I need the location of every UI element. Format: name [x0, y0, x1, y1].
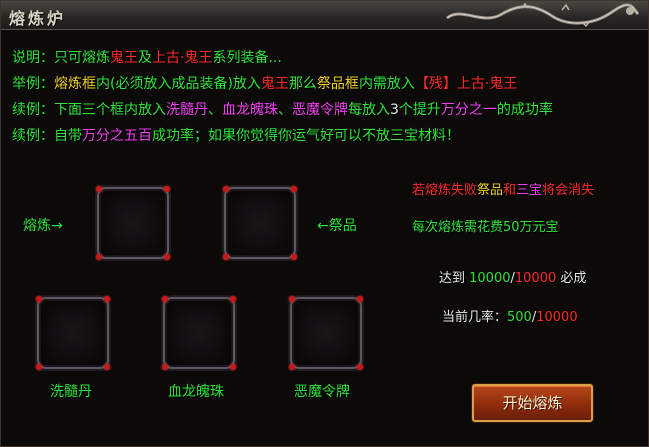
text: 鬼王 [260, 76, 289, 92]
text: 10000 [536, 310, 578, 325]
instruction-line-4: 续例：自带万分之五百成功率；如果你觉得你运气好可以不放三宝材料！ [12, 125, 460, 145]
text: 那么 [288, 76, 317, 92]
text: 和 [503, 183, 517, 198]
smelt-cost: 每次熔炼需花费50万元宝 [412, 220, 559, 235]
current-success-rate: 当前几率：500/10000 [442, 306, 578, 325]
text: 必成 [556, 271, 587, 286]
instruction-line-3: 续例：下面三个框内放入洗髓丹、血龙魄珠、恶魔令牌每放入3个提升万分之一的成功率 [12, 99, 553, 119]
material-label-1: 洗髓丹 [50, 384, 92, 400]
text: 【残】上古·鬼王 [414, 76, 518, 92]
text: 洗髓丹 [166, 102, 208, 118]
text: 、 [278, 102, 292, 118]
text: 续例：下面三个框内放入 [12, 102, 166, 118]
material-slot-2[interactable] [162, 296, 236, 370]
text: 成功率；如果你觉得你运气好可以不放三宝材料！ [152, 128, 460, 144]
text: 内(必须放入成品装备)放入 [96, 76, 261, 92]
window-title: 熔炼炉 [9, 9, 67, 28]
smelt-slot-label: 熔炼→ [23, 218, 63, 234]
text: 10000 [469, 271, 511, 286]
failure-warning: 若熔炼失败祭品和三宝将会消失 [412, 179, 594, 198]
instruction-line-2: 举例：熔炼框内(必须放入成品装备)放入鬼王那么祭品框内需放入【残】上古·鬼王 [12, 73, 517, 93]
text: 三宝 [516, 183, 543, 198]
offering-slot[interactable] [223, 186, 297, 260]
text: 熔炼框 [54, 76, 96, 92]
text: 、 [208, 102, 222, 118]
material-slot-3[interactable] [289, 296, 363, 370]
text: 鬼王 [110, 50, 138, 66]
text: 续例：自带 [12, 128, 82, 144]
text: 若熔炼失败 [412, 183, 478, 198]
smelt-slot[interactable] [96, 186, 170, 260]
text: 个提升 [398, 102, 441, 118]
material-slot-1[interactable] [36, 296, 110, 370]
text: 万分之五百 [82, 128, 152, 144]
text: 的成功率 [496, 102, 553, 118]
text: 内需放入 [358, 76, 415, 92]
text: 系列装备... [212, 50, 282, 66]
text: 将会消失 [542, 183, 595, 198]
text: 举例： [12, 76, 54, 92]
text: 每放入 [348, 102, 390, 118]
title-bar[interactable]: 熔炼炉 [1, 1, 648, 30]
text: 上古·鬼王 [152, 50, 213, 66]
text: 血龙魄珠 [222, 102, 278, 118]
text: 达到 [439, 271, 470, 286]
text: 当前几率： [442, 310, 508, 325]
dragon-ornament-icon [446, 2, 640, 28]
material-label-2: 血龙魄珠 [168, 384, 224, 400]
offering-slot-label: ←祭品 [317, 218, 357, 234]
text: 说明：只可熔炼 [12, 50, 110, 66]
text: 祭品框 [316, 76, 359, 92]
text: 祭品 [477, 183, 504, 198]
start-smelting-button[interactable]: 开始熔炼 [472, 384, 593, 422]
material-label-3: 恶魔令牌 [294, 384, 350, 400]
instruction-line-1: 说明：只可熔炼鬼王及上古·鬼王系列装备... [12, 47, 282, 67]
smelting-furnace-window: 熔炼炉 说明：只可熔炼鬼王及上古·鬼王系列装备... 举例：熔炼框内(必须放入成… [0, 0, 649, 447]
text: 万分之一 [440, 102, 497, 118]
text: 10000 [514, 271, 557, 286]
text: 恶魔令牌 [292, 102, 348, 118]
text: 3 [390, 102, 399, 118]
guarantee-threshold: 达到 10000/10000 必成 [439, 267, 586, 286]
text: 及 [138, 50, 152, 66]
text: 500 [507, 310, 532, 325]
